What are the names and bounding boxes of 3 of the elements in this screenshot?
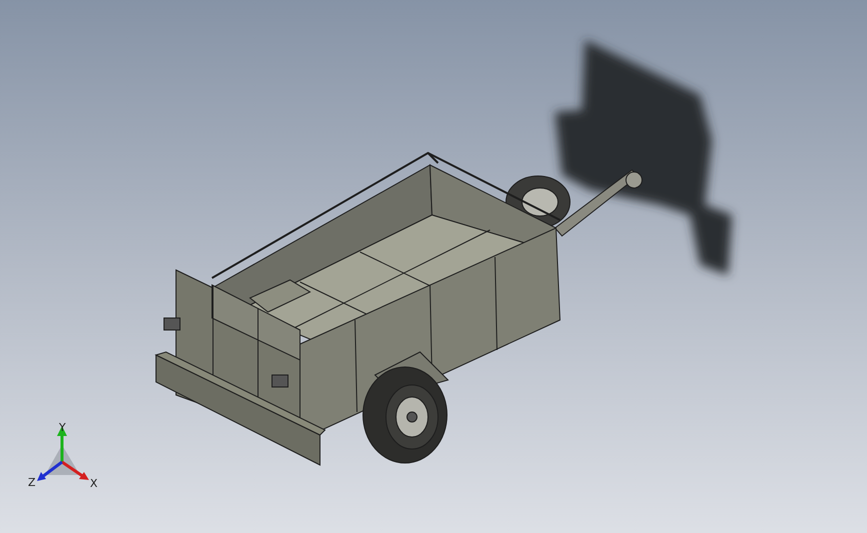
y-axis-label: Y bbox=[59, 421, 66, 434]
x-axis-label: X bbox=[90, 477, 98, 490]
z-axis-label: Z bbox=[28, 476, 36, 489]
